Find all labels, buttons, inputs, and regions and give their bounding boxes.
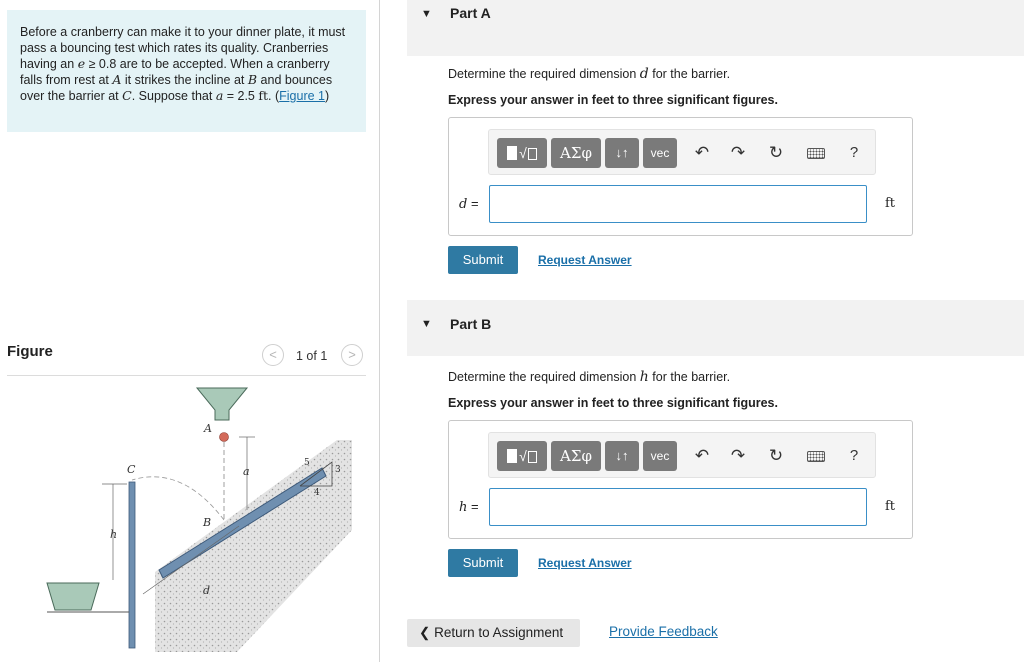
slope-label-4: 4 <box>314 488 320 498</box>
figure-pager-text: 1 of 1 <box>296 349 328 363</box>
label-d-dim: d <box>203 584 210 597</box>
part-a-title: Part A <box>450 5 491 21</box>
keyboard-icon[interactable] <box>805 142 827 164</box>
request-answer-link-a[interactable]: Request Answer <box>538 253 632 267</box>
answer-input-d[interactable] <box>489 185 867 223</box>
problem-text: . ( <box>268 89 280 103</box>
vector-button[interactable]: vec <box>643 441 677 471</box>
request-answer-link-b[interactable]: Request Answer <box>538 556 632 570</box>
prompt-text: for the barrier. <box>648 67 731 81</box>
label-a-dim: a <box>243 465 250 478</box>
submit-button-a[interactable]: Submit <box>448 246 518 274</box>
return-label: Return to Assignment <box>434 625 564 640</box>
equals-sign: = <box>467 196 479 211</box>
undo-icon[interactable]: ↶ <box>691 445 713 467</box>
reset-icon[interactable]: ↻ <box>765 142 787 164</box>
cranberry <box>219 432 229 442</box>
figure-title: Figure <box>7 343 53 360</box>
part-a-header[interactable]: ▼ Part A <box>407 0 1024 56</box>
answer-variable-label: d = <box>459 196 479 212</box>
label-b-point: B <box>202 516 211 529</box>
answer-input-h[interactable] <box>489 488 867 526</box>
keyboard-icon[interactable] <box>805 445 827 467</box>
part-b-prompt: Determine the required dimension h for t… <box>448 369 730 385</box>
problem-statement: Before a cranberry can make it to your d… <box>7 10 366 132</box>
undo-icon[interactable]: ↶ <box>691 142 713 164</box>
label-a-point: A <box>203 422 212 435</box>
point-b-symbol: B <box>247 72 258 87</box>
help-icon[interactable]: ? <box>843 142 865 164</box>
funnel <box>195 387 249 421</box>
unit-label: ft <box>885 196 896 211</box>
equals-sign: = <box>467 499 479 514</box>
part-a-instruction: Express your answer in feet to three sig… <box>448 93 778 107</box>
figure-prev-button[interactable]: < <box>262 344 284 366</box>
collapse-icon[interactable]: ▼ <box>421 318 432 330</box>
chevron-left-icon: ❮ <box>419 625 431 640</box>
barrier <box>128 481 136 649</box>
redo-icon[interactable]: ↷ <box>727 142 749 164</box>
part-b-title: Part B <box>450 316 492 332</box>
help-icon[interactable]: ? <box>843 445 865 467</box>
sub-superscript-button[interactable]: ↓↑ <box>605 138 639 168</box>
label-h-dim: h <box>110 528 117 541</box>
problem-text: = 2.5 <box>223 89 259 103</box>
unit-ft: ft <box>258 88 269 103</box>
greek-symbols-button[interactable]: ΑΣφ <box>551 441 601 471</box>
unit-label: ft <box>885 499 896 514</box>
figure-divider <box>7 375 366 376</box>
figure-link[interactable]: Figure 1 <box>279 89 325 103</box>
submit-button-b[interactable]: Submit <box>448 549 518 577</box>
bowl <box>46 582 100 611</box>
problem-text: . Suppose that <box>131 89 216 103</box>
greek-symbols-button[interactable]: ΑΣφ <box>551 138 601 168</box>
prompt-var: h <box>639 369 649 385</box>
reset-icon[interactable]: ↻ <box>765 445 787 467</box>
math-toolbar: √ ΑΣφ ↓↑ vec ↶ ↷ ↻ ? <box>488 129 876 175</box>
problem-text: it strikes the incline at <box>121 73 248 87</box>
redo-icon[interactable]: ↷ <box>727 445 749 467</box>
vector-button[interactable]: vec <box>643 138 677 168</box>
provide-feedback-link[interactable]: Provide Feedback <box>609 624 718 639</box>
prompt-text: Determine the required dimension <box>448 67 640 81</box>
part-a-prompt: Determine the required dimension d for t… <box>448 66 730 82</box>
part-b-answer-box: √ ΑΣφ ↓↑ vec ↶ ↷ ↻ ? h = ft <box>448 420 913 539</box>
e-symbol: e <box>77 56 86 71</box>
slope-label-3: 3 <box>335 465 341 475</box>
return-to-assignment-button[interactable]: ❮ Return to Assignment <box>407 619 580 647</box>
column-divider <box>379 0 380 662</box>
part-a-answer-box: √ ΑΣφ ↓↑ vec ↶ ↷ ↻ ? d = ft <box>448 117 913 236</box>
prompt-text: for the barrier. <box>648 370 731 384</box>
figure-next-button[interactable]: > <box>341 344 363 366</box>
templates-button[interactable]: √ <box>497 441 547 471</box>
collapse-icon[interactable]: ▼ <box>421 8 432 20</box>
math-toolbar: √ ΑΣφ ↓↑ vec ↶ ↷ ↻ ? <box>488 432 876 478</box>
prompt-var: d <box>639 66 649 82</box>
sub-superscript-button[interactable]: ↓↑ <box>605 441 639 471</box>
prompt-text: Determine the required dimension <box>448 370 640 384</box>
templates-button[interactable]: √ <box>497 138 547 168</box>
bounce-trajectory <box>131 476 225 521</box>
part-b-header[interactable]: ▼ Part B <box>407 300 1024 356</box>
slope-label-5: 5 <box>304 458 310 468</box>
answer-variable-label: h = <box>459 499 479 515</box>
part-b-instruction: Express your answer in feet to three sig… <box>448 396 778 410</box>
problem-text: ) <box>325 89 330 103</box>
cranberry-figure: 5 3 4 A a B C h d <box>46 387 352 652</box>
point-c-symbol: C <box>122 88 132 103</box>
label-c-point: C <box>127 463 136 476</box>
